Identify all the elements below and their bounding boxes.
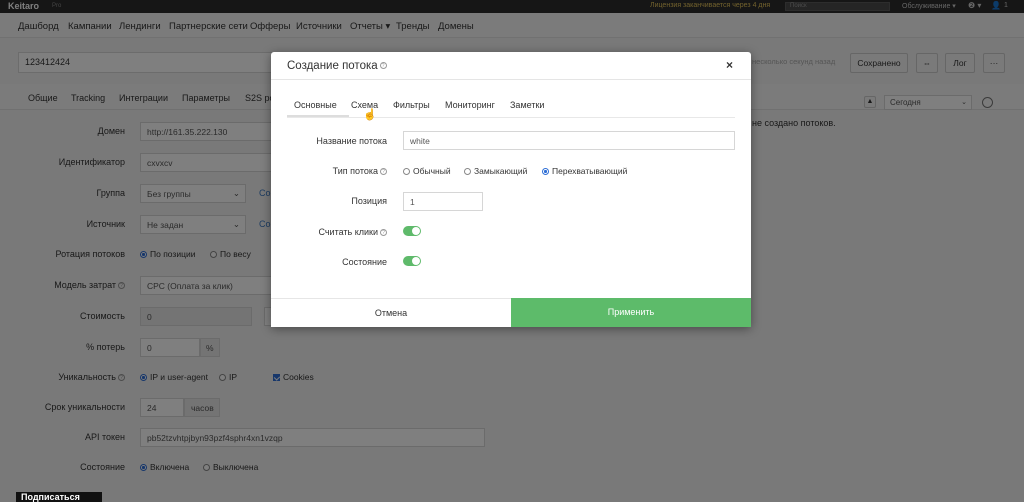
radio-icon <box>403 168 410 176</box>
position-field[interactable]: 1 <box>403 192 483 211</box>
type-intercepting-label: Перехватывающий <box>552 166 628 176</box>
divider <box>271 79 751 80</box>
stream-state-label: Состояние <box>342 257 387 267</box>
stream-name-label: Название потока <box>316 136 387 146</box>
tab-notes[interactable]: Заметки <box>510 100 544 110</box>
stream-type-label-text: Тип потока <box>332 166 378 176</box>
help-icon[interactable]: ? <box>379 62 387 70</box>
radio-icon <box>542 168 549 176</box>
stream-name-field[interactable]: white <box>403 131 735 150</box>
divider <box>287 117 735 118</box>
position-label: Позиция <box>351 196 387 206</box>
mouse-cursor-icon: ☝ <box>363 109 377 121</box>
help-icon[interactable]: ? <box>380 229 387 237</box>
cancel-button[interactable]: Отмена <box>271 298 511 327</box>
apply-button[interactable]: Применить <box>511 298 751 327</box>
stream-type-label: Тип потока? <box>277 166 387 176</box>
count-clicks-label: Считать клики? <box>277 227 387 237</box>
help-icon[interactable]: ? <box>380 168 387 176</box>
subscribe-overlay-text: Подписаться <box>16 492 102 502</box>
type-regular-label: Обычный <box>413 166 451 176</box>
count-clicks-label-text: Считать клики <box>318 227 378 237</box>
type-closing[interactable]: Замыкающий <box>464 166 527 176</box>
count-clicks-toggle[interactable] <box>403 226 421 236</box>
stream-state-toggle[interactable] <box>403 256 421 266</box>
type-closing-label: Замыкающий <box>474 166 528 176</box>
tab-monitoring[interactable]: Мониторинг <box>445 100 495 110</box>
tab-filters[interactable]: Фильтры <box>393 100 430 110</box>
type-regular[interactable]: Обычный <box>403 166 451 176</box>
radio-icon <box>464 168 471 176</box>
close-icon[interactable]: × <box>726 58 733 72</box>
tab-main[interactable]: Основные <box>294 100 337 110</box>
create-stream-modal: Создание потока? × Основные Схема Фильтр… <box>271 52 751 327</box>
type-intercepting[interactable]: Перехватывающий <box>542 166 627 176</box>
modal-title: Создание потока? <box>287 60 387 72</box>
modal-title-text: Создание потока <box>287 60 378 72</box>
